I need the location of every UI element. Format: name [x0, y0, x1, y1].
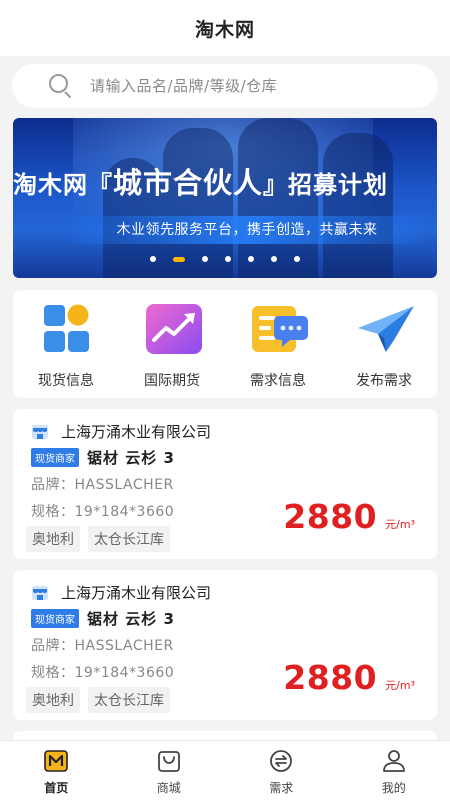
- user-icon: [381, 749, 407, 773]
- banner-dot[interactable]: [150, 256, 156, 262]
- menu-item-demand-info[interactable]: 需求信息: [225, 290, 331, 398]
- price: 2880 元/m³: [283, 658, 415, 697]
- banner-dot[interactable]: [294, 256, 300, 262]
- listing-company[interactable]: 上海万涌木业有限公司: [31, 582, 211, 603]
- search-bar[interactable]: [12, 64, 438, 108]
- product-brand: 品牌：HASSLACHER: [31, 638, 174, 654]
- grid-icon: [38, 302, 94, 356]
- product-spec: 规格：19*184*3660: [31, 665, 175, 681]
- origin-chip: 奥地利: [26, 687, 80, 713]
- store-icon: [31, 585, 49, 601]
- shopping-bag-icon: [156, 749, 182, 773]
- trend-chart-icon: [144, 302, 202, 356]
- origin-chip: 奥地利: [26, 526, 80, 552]
- banner-dot[interactable]: [225, 256, 231, 262]
- tab-home[interactable]: 首页: [0, 741, 113, 800]
- product-name: 锯材 云杉 3: [87, 610, 175, 628]
- quick-menu: 现货信息 国际期货 需求信息 发布需求: [13, 290, 437, 398]
- menu-item-post-demand[interactable]: 发布需求: [331, 290, 437, 398]
- banner-dot[interactable]: [173, 256, 185, 262]
- product-brand: 品牌：HASSLACHER: [31, 477, 174, 493]
- banner-headline: 淘木网『城市合伙人』招募计划: [13, 166, 389, 200]
- price: 2880 元/m³: [283, 497, 415, 536]
- paper-plane-icon: [356, 302, 414, 356]
- menu-item-intl-futures[interactable]: 国际期货: [119, 290, 225, 398]
- menu-item-spot-info[interactable]: 现货信息: [13, 290, 119, 398]
- search-icon: [48, 73, 74, 99]
- listing-company[interactable]: 上海万涌木业有限公司: [31, 421, 211, 442]
- warehouse-chip: 太仓长江库: [88, 687, 170, 713]
- exchange-icon: [268, 749, 294, 773]
- message-card-icon: [250, 302, 308, 356]
- banner-dot[interactable]: [248, 256, 254, 262]
- seller-tag: 现货商家: [31, 448, 79, 467]
- banner-dot[interactable]: [271, 256, 277, 262]
- tab-mall[interactable]: 商城: [113, 741, 226, 800]
- product-spec: 规格：19*184*3660: [31, 504, 175, 520]
- bottom-tab-bar: 首页 商城 需求 我的: [0, 740, 450, 800]
- product-name: 锯材 云杉 3: [87, 449, 175, 467]
- search-input[interactable]: [90, 77, 410, 95]
- app-header: 淘木网: [0, 0, 450, 56]
- listing-card[interactable]: 上海万涌木业有限公司 现货商家 锯材 云杉 3 品牌：HASSLACHER 规格…: [13, 409, 437, 559]
- listing-card[interactable]: 上海万涌木业有限公司 现货商家 锯材 云杉 3 品牌：HASSLACHER 规格…: [13, 570, 437, 720]
- warehouse-chip: 太仓长江库: [88, 526, 170, 552]
- seller-tag: 现货商家: [31, 609, 79, 628]
- tab-mine[interactable]: 我的: [338, 741, 450, 800]
- home-icon: [43, 749, 69, 773]
- promo-banner[interactable]: 淘木网『城市合伙人』招募计划 木业领先服务平台，携手创造，共赢未来: [13, 118, 437, 278]
- store-icon: [31, 424, 49, 440]
- page-title: 淘木网: [194, 18, 255, 41]
- tab-demand[interactable]: 需求: [225, 741, 338, 800]
- banner-pagination: [13, 256, 437, 262]
- banner-subline: 木业领先服务平台，携手创造，共赢未来: [71, 216, 423, 244]
- banner-dot[interactable]: [202, 256, 208, 262]
